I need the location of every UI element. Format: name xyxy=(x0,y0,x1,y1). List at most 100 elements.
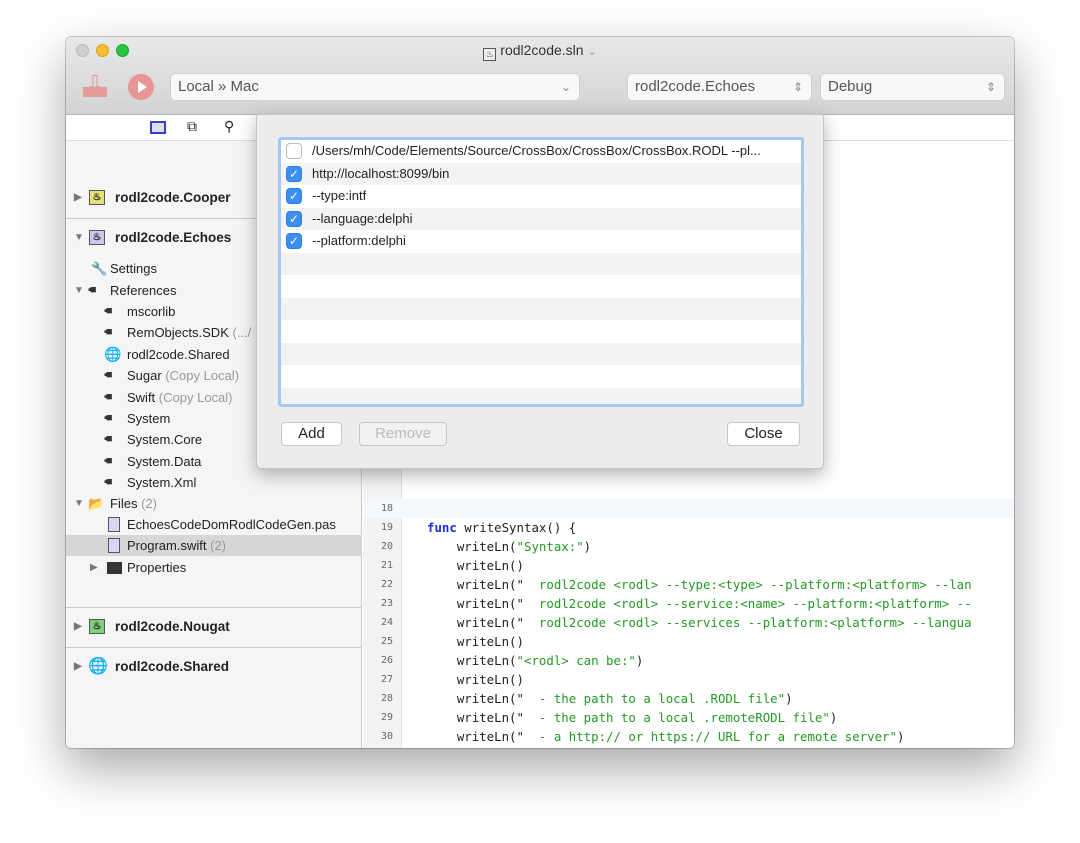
file-warning-icon xyxy=(108,538,120,553)
title-bar: ♨ rodl2code.sln ⌄ ⇩ Local » Mac ⌄ rodl2cod… xyxy=(66,37,1014,115)
project-value: rodl2code.Echoes xyxy=(635,78,756,95)
remove-button[interactable]: Remove xyxy=(359,422,447,446)
code-line: 19 func writeSyntax() { xyxy=(363,518,1014,537)
file-label: EchoesCodeDomRodlCodeGen.pas xyxy=(127,517,336,532)
code-line: 24 writeLn(" rodl2code <rodl> --services… xyxy=(363,613,1014,632)
destination-dropdown[interactable]: Local » Mac ⌄ xyxy=(170,73,580,101)
project-label: rodl2code.Shared xyxy=(115,659,230,674)
code-line: 31 writeLn() xyxy=(363,746,1014,748)
argument-checkbox[interactable]: ✓ xyxy=(286,233,302,249)
reference-icon: ▪■ xyxy=(104,305,112,317)
project-label: rodl2code.Nougat xyxy=(115,619,230,634)
line-number: 21 xyxy=(380,560,393,571)
window-title[interactable]: ♨ rodl2code.sln ⌄ xyxy=(66,42,1014,61)
code-text: writeLn() xyxy=(427,672,524,687)
code-line: 27 writeLn() xyxy=(363,670,1014,689)
empty-row xyxy=(281,387,801,404)
file-icon xyxy=(108,517,120,532)
project-view-icon[interactable] xyxy=(150,121,166,134)
empty-row xyxy=(281,297,801,320)
argument-row[interactable]: ✓ --type:intf xyxy=(281,185,801,208)
run-button[interactable] xyxy=(128,74,154,100)
reference-name: RemObjects.SDK xyxy=(127,325,229,341)
file-label: Program.swift xyxy=(127,538,207,553)
destination-value: Local » Mac xyxy=(178,78,259,95)
line-number: 19 xyxy=(380,522,393,533)
empty-row xyxy=(281,342,801,365)
empty-row xyxy=(281,252,801,275)
chevron-down-icon: ⌄ xyxy=(560,80,571,94)
code-text: writeLn(" xyxy=(427,729,524,744)
wrench-icon: 🔧 xyxy=(91,261,108,276)
hierarchy-view-icon[interactable]: ⧉ xyxy=(187,118,197,135)
file-item-selected[interactable]: Program.swift (2) xyxy=(66,535,362,556)
line-number: 30 xyxy=(380,731,393,742)
reference-name: Sugar xyxy=(127,368,162,384)
string-literal: "<rodl> can be:" xyxy=(516,653,636,668)
string-literal: rodl2code <rodl> --services --platform:<… xyxy=(523,615,972,630)
line-number: 25 xyxy=(380,636,393,647)
argument-row[interactable]: ✓ --platform:delphi xyxy=(281,230,801,253)
code-text: writeLn(" xyxy=(427,577,524,592)
reference-icon: ▪■ xyxy=(104,454,112,467)
echoes-project-icon: ♨ xyxy=(89,230,105,245)
project-shared[interactable]: ▶ 🌐 rodl2code.Shared xyxy=(66,656,362,677)
argument-checkbox[interactable]: ✓ xyxy=(286,188,302,204)
code-text: writeLn() xyxy=(427,558,524,573)
arguments-list[interactable]: /Users/mh/Code/Elements/Source/CrossBox/… xyxy=(278,137,804,407)
empty-row xyxy=(281,320,801,343)
argument-checkbox[interactable]: ✓ xyxy=(286,165,302,182)
line-number: 26 xyxy=(380,655,393,666)
files-item[interactable]: ▼ 📂 Files (2) xyxy=(66,493,362,514)
search-icon[interactable]: ⚲ xyxy=(224,118,234,135)
keyword: func xyxy=(427,520,457,535)
file-item[interactable]: EchoesCodeDomRodlCodeGen.pas xyxy=(66,514,362,535)
nougat-project-icon: ♨ xyxy=(89,619,105,634)
code-line: 23 writeLn(" rodl2code <rodl> --service:… xyxy=(363,594,1014,613)
line-number: 24 xyxy=(380,617,393,628)
build-button[interactable]: ⇩ xyxy=(81,71,109,99)
reference-icon: ▪■ xyxy=(104,390,112,403)
code-line: 26 writeLn("<rodl> can be:") xyxy=(363,651,1014,670)
code-text: writeLn(" xyxy=(427,615,524,630)
argument-row[interactable]: ✓ --language:delphi xyxy=(281,207,801,230)
reference-name: Swift xyxy=(127,389,156,405)
reference-note: (.../ xyxy=(232,325,252,341)
close-button[interactable]: Close xyxy=(727,422,800,446)
string-literal: rodl2code <rodl> --service:<name> --plat… xyxy=(523,596,972,611)
code-text: ) xyxy=(785,691,793,706)
argument-checkbox[interactable]: ✓ xyxy=(286,210,302,227)
argument-text: --platform:delphi xyxy=(312,233,406,248)
configuration-selector[interactable]: Debug ⇕ xyxy=(820,73,1005,101)
reference-icon: ▪■ xyxy=(104,369,112,382)
add-button[interactable]: Add xyxy=(281,422,342,446)
code-text: writeSyntax() { xyxy=(456,520,577,535)
reference-name: rodl2code.Shared xyxy=(127,346,230,362)
code-text: writeLn( xyxy=(427,653,517,668)
argument-checkbox[interactable] xyxy=(286,143,302,159)
project-nougat[interactable]: ▶ ♨ rodl2code.Nougat xyxy=(66,616,362,637)
code-text: writeLn( xyxy=(427,539,517,554)
folder-icon: 📂 xyxy=(88,496,105,511)
code-text: ) xyxy=(896,729,905,744)
chevron-down-icon: ⌄ xyxy=(587,46,597,58)
string-literal: - the path to a local .remoteRODL file" xyxy=(523,710,830,725)
line-number: 28 xyxy=(380,693,393,704)
reference-icon: ▪■ xyxy=(104,476,112,489)
properties-item[interactable]: ▶ Properties xyxy=(66,557,362,578)
code-text: writeLn() xyxy=(427,634,524,649)
line-number: 27 xyxy=(380,674,393,685)
reference-note: (Copy Local) xyxy=(158,389,233,405)
reference-item[interactable]: ▪■ System.Xml xyxy=(66,472,362,493)
project-selector[interactable]: rodl2code.Echoes ⇕ xyxy=(627,73,812,101)
code-line: 29 writeLn(" - the path to a local .remo… xyxy=(363,708,1014,727)
empty-row xyxy=(281,275,801,298)
argument-row[interactable]: ✓ http://localhost:8099/bin xyxy=(281,162,801,185)
code-text: writeLn(" xyxy=(427,710,524,725)
string-literal: - a http:// or https:// URL for a remote… xyxy=(523,729,897,744)
code-line: 18 xyxy=(363,499,1014,518)
argument-row[interactable]: /Users/mh/Code/Elements/Source/CrossBox/… xyxy=(281,140,801,163)
updown-icon: ⇕ xyxy=(792,80,803,94)
string-literal: rodl2code <rodl> --type:<type> --platfor… xyxy=(523,577,972,592)
empty-row xyxy=(281,365,801,388)
